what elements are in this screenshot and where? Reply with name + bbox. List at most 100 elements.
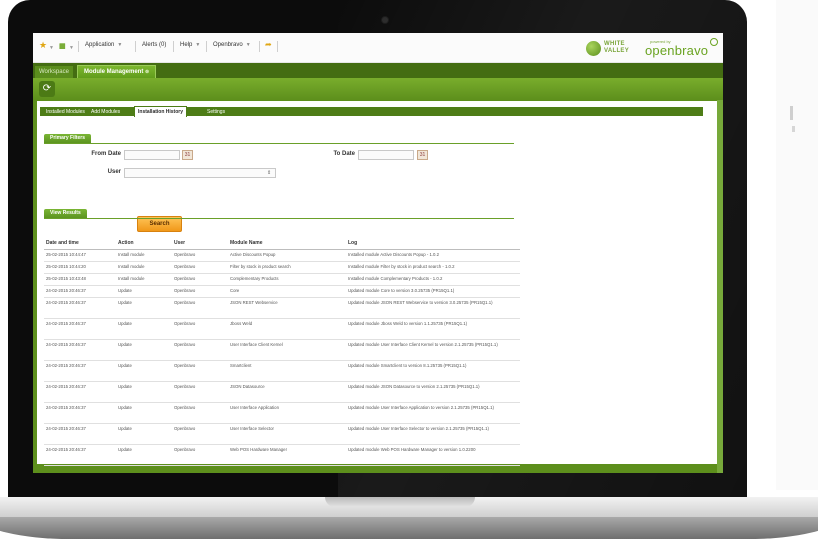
tab-workspace[interactable]: Workspace xyxy=(35,66,73,78)
alerts-link[interactable]: Alerts (0) xyxy=(142,42,166,48)
table-row[interactable]: 24-02-2015 20:46:37 Update Openbravo Cor… xyxy=(44,285,520,298)
table-row[interactable]: 24-02-2015 20:46:37 Update Openbravo Use… xyxy=(44,339,520,361)
table-row[interactable]: 25-02-2015 10:44:20 Install module Openb… xyxy=(44,261,520,274)
cell-action: Update xyxy=(116,423,172,445)
cell-user: Openbravo xyxy=(172,273,228,286)
chevron-down-icon[interactable]: ▼ xyxy=(49,43,54,53)
table-row[interactable]: 24-02-2015 20:46:37 Update Openbravo Web… xyxy=(44,444,520,466)
table-row[interactable]: 24-02-2015 20:46:37 Update Openbravo JSO… xyxy=(44,297,520,319)
to-date-label: To Date xyxy=(333,151,355,157)
cell-action: Install module xyxy=(116,249,172,262)
close-tab-icon[interactable]: ⊗ xyxy=(145,69,149,75)
cell-module: JSON Datasource xyxy=(228,381,346,403)
cell-action: Update xyxy=(116,360,172,382)
table-row[interactable]: 24-02-2015 20:46:37 Update Openbravo Use… xyxy=(44,402,520,424)
user-menu[interactable]: Openbravo ▼ xyxy=(213,42,251,48)
subtab-installed-modules[interactable]: Installed Modules xyxy=(43,108,88,116)
divider xyxy=(78,41,79,52)
cell-date: 24-02-2015 20:46:37 xyxy=(44,423,116,445)
cell-log: Updated module Jboss Weld to version 1.1… xyxy=(346,318,520,340)
refresh-button[interactable]: ⟳ xyxy=(39,81,55,97)
cell-log: Updated module User Interface Client Ker… xyxy=(346,339,520,361)
from-date-input[interactable] xyxy=(124,150,180,160)
application-menu[interactable]: Application ▼ xyxy=(85,42,122,48)
table-row[interactable]: 24-02-2015 20:46:37 Update Openbravo Jbo… xyxy=(44,318,520,340)
user-label: User xyxy=(107,169,121,175)
cell-user: Openbravo xyxy=(172,297,228,319)
chevron-down-icon: ▼ xyxy=(195,42,201,48)
window-toolbar: ⟳ xyxy=(33,78,723,100)
cell-module: User Interface Client Kernel xyxy=(228,339,346,361)
tab-module-management[interactable]: Module Management ⊗ xyxy=(77,65,157,79)
column-header[interactable]: Action xyxy=(116,237,172,250)
subtab-settings[interactable]: Settings xyxy=(204,108,228,116)
divider xyxy=(135,41,136,52)
subtab-add-modules[interactable]: Add Modules xyxy=(88,108,123,116)
cell-module: JSON REST Webservice xyxy=(228,297,346,319)
quick-launch-icon[interactable]: ➦ xyxy=(265,40,272,50)
divider xyxy=(206,41,207,52)
table-row[interactable]: 24-02-2015 20:46:37 Update Openbravo Sma… xyxy=(44,360,520,382)
cell-module: Smartclient xyxy=(228,360,346,382)
user-menu-label: Openbravo xyxy=(213,42,243,48)
cell-date: 25-02-2015 10:44:47 xyxy=(44,249,116,262)
cell-module: Core xyxy=(228,285,346,298)
camera-icon xyxy=(382,17,388,23)
grid-icon[interactable]: ▦ xyxy=(59,42,66,52)
cell-user: Openbravo xyxy=(172,249,228,262)
results-table: Date and time Action User Module Name Lo… xyxy=(44,237,520,466)
table-row[interactable]: 25-02-2015 10:43:48 Install module Openb… xyxy=(44,273,520,286)
cell-log: Updated module Web POS Hardware Manager … xyxy=(346,444,520,466)
table-row[interactable]: 24-02-2015 20:46:37 Update Openbravo Use… xyxy=(44,423,520,445)
cell-action: Update xyxy=(116,318,172,340)
star-icon[interactable]: ★ xyxy=(39,40,47,50)
cell-module: User Interface Selector xyxy=(228,423,346,445)
cell-date: 25-02-2015 10:44:20 xyxy=(44,261,116,274)
logo-line: VALLEY xyxy=(604,48,630,54)
column-header[interactable]: User xyxy=(172,237,228,250)
view-results-header: View Results xyxy=(44,209,87,218)
cell-log: Updated module User Interface Applicatio… xyxy=(346,402,520,424)
column-header[interactable]: Module Name xyxy=(228,237,346,250)
subtabs-bar: Installed Modules Add Modules Installati… xyxy=(40,106,703,117)
calendar-icon[interactable]: 31 xyxy=(182,150,193,160)
column-header[interactable]: Log xyxy=(346,237,520,250)
cell-user: Openbravo xyxy=(172,360,228,382)
cell-log: Installed module Complementary Products … xyxy=(346,273,520,286)
section-divider xyxy=(44,218,514,219)
cell-module: Complementary Products xyxy=(228,273,346,286)
app-screen: ★ ▼ ▦ ▼ Application ▼ Alerts (0) Help ▼ Op… xyxy=(33,33,723,473)
cell-log: Installed module Filter by stock in prod… xyxy=(346,261,520,274)
cell-date: 25-02-2015 10:43:48 xyxy=(44,273,116,286)
cell-user: Openbravo xyxy=(172,402,228,424)
cell-log: Updated module User Interface Selector t… xyxy=(346,423,520,445)
cell-action: Update xyxy=(116,297,172,319)
cell-action: Update xyxy=(116,339,172,361)
user-select[interactable] xyxy=(124,168,276,178)
table-row[interactable]: 25-02-2015 10:44:47 Install module Openb… xyxy=(44,249,520,262)
table-row[interactable]: 24-02-2015 20:46:37 Update Openbravo JSO… xyxy=(44,381,520,403)
help-menu[interactable]: Help ▼ xyxy=(180,42,200,48)
cell-user: Openbravo xyxy=(172,339,228,361)
cell-module: Active Discounts Popup xyxy=(228,249,346,262)
cell-module: Web POS Hardware Manager xyxy=(228,444,346,466)
cell-date: 24-02-2015 20:46:37 xyxy=(44,297,116,319)
help-menu-label: Help xyxy=(180,42,193,48)
cell-date: 24-02-2015 20:46:37 xyxy=(44,444,116,466)
select-arrows-icon: ⇕ xyxy=(267,170,272,176)
to-date-input[interactable] xyxy=(358,150,414,160)
chevron-down-icon[interactable]: ▼ xyxy=(69,43,74,53)
cell-module: Filter by stock in product search xyxy=(228,261,346,274)
device-mark xyxy=(790,106,793,120)
cell-date: 24-02-2015 20:46:37 xyxy=(44,285,116,298)
column-header[interactable]: Date and time xyxy=(44,237,116,250)
subtab-installation-history[interactable]: Installation History xyxy=(134,106,188,117)
application-menu-label: Application xyxy=(85,42,115,48)
openbravo-logo: openbravo xyxy=(645,43,709,58)
divider xyxy=(277,41,278,52)
cell-date: 24-02-2015 20:46:37 xyxy=(44,402,116,424)
divider xyxy=(259,41,260,52)
device-mark xyxy=(792,126,795,132)
calendar-icon[interactable]: 31 xyxy=(417,150,428,160)
globe-icon xyxy=(586,41,601,56)
